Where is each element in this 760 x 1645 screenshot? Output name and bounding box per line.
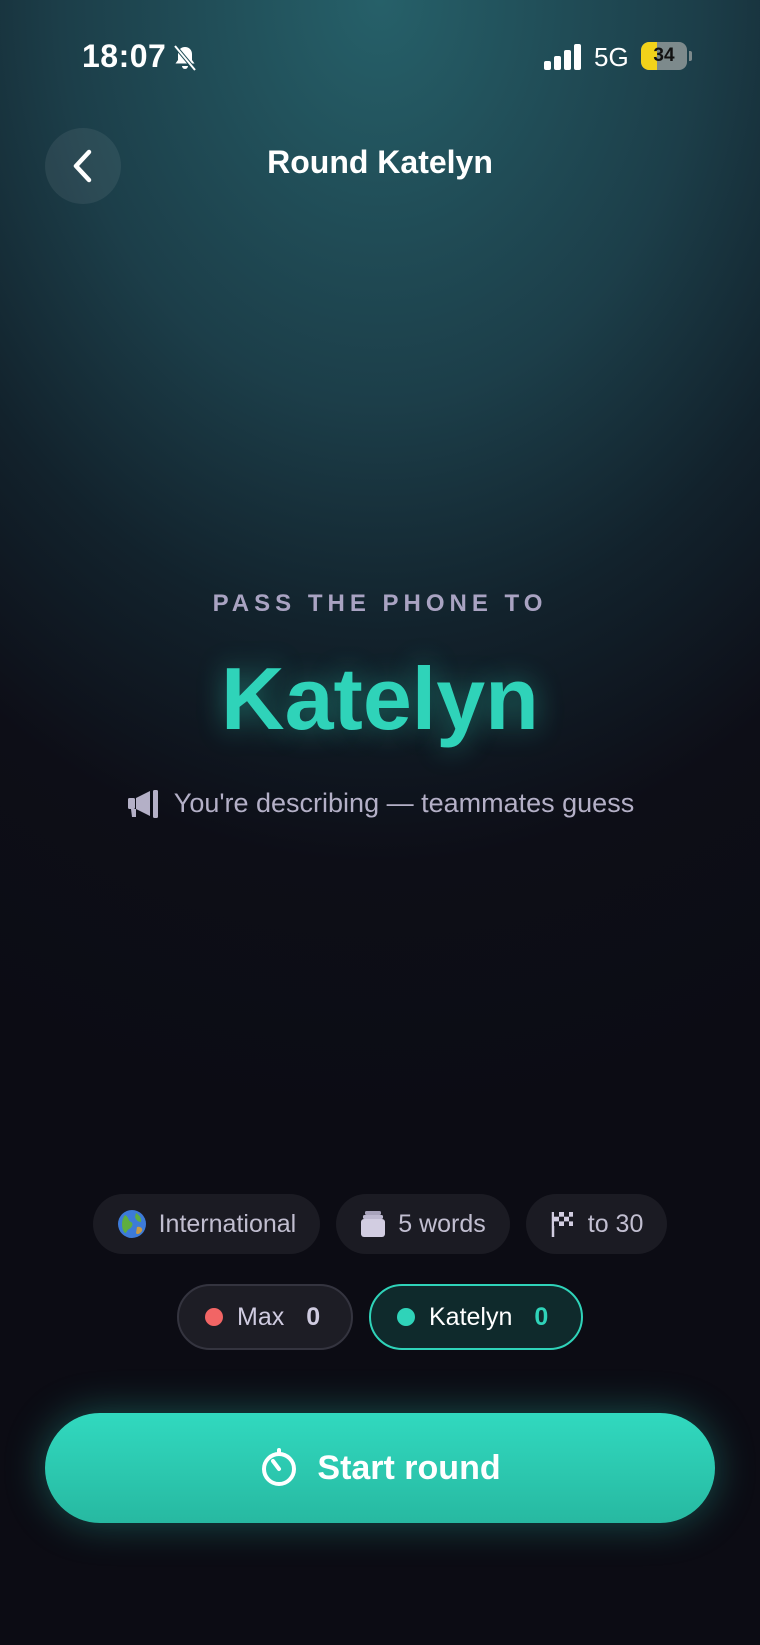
- role-hint: You're describing — teammates guess: [0, 788, 760, 819]
- checkered-flag-icon: [551, 1212, 573, 1237]
- team-max: Max 0: [177, 1284, 353, 1350]
- chip-word-set: International: [92, 1194, 321, 1254]
- start-round-label: Start round: [317, 1448, 501, 1487]
- bell-muted-icon: [173, 44, 197, 72]
- team-katelyn: Katelyn 0: [369, 1284, 583, 1350]
- current-player-name: Katelyn: [221, 649, 539, 748]
- status-bar: 18:07 5G 34: [0, 0, 760, 115]
- team-scores: Max 0 Katelyn 0: [0, 1284, 760, 1350]
- team-katelyn-score: 0: [534, 1302, 549, 1331]
- chip-target-score-label: to 30: [587, 1209, 644, 1238]
- team-katelyn-color-dot: [397, 1308, 415, 1326]
- battery-percent: 34: [653, 45, 675, 66]
- megaphone-icon: [127, 789, 158, 818]
- team-max-name: Max: [237, 1302, 285, 1331]
- cell-signal-icon: [544, 44, 581, 70]
- network-type: 5G: [594, 42, 629, 72]
- team-max-color-dot: [205, 1308, 223, 1326]
- start-round-button[interactable]: Start round: [45, 1413, 715, 1523]
- globe-icon: [117, 1210, 146, 1238]
- chip-word-set-label: International: [158, 1209, 297, 1238]
- pass-phone-label: PASS THE PHONE TO: [212, 590, 548, 617]
- timer-icon: [262, 1448, 297, 1486]
- role-hint-text: You're describing — teammates guess: [173, 788, 635, 818]
- game-settings: International 5 words to 30: [0, 1194, 760, 1254]
- chip-word-count: 5 words: [336, 1194, 510, 1254]
- team-katelyn-name: Katelyn: [429, 1302, 513, 1331]
- chip-target-score: to 30: [525, 1194, 668, 1254]
- team-max-score: 0: [306, 1302, 321, 1331]
- page-title: Round Katelyn: [267, 144, 493, 180]
- card-stack-icon: [361, 1211, 386, 1237]
- status-time: 18:07: [82, 38, 167, 74]
- chip-word-count-label: 5 words: [398, 1209, 486, 1238]
- battery-icon: 34: [641, 42, 692, 72]
